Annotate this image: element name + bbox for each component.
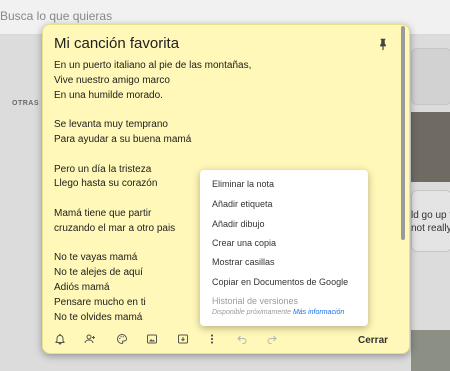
- palette-icon[interactable]: [115, 332, 129, 346]
- close-button[interactable]: Cerrar: [358, 335, 388, 346]
- search-input[interactable]: Busca lo que quieras: [0, 9, 112, 23]
- note-text-line: Vive nuestro amigo marco: [54, 74, 170, 86]
- version-history-note: Disponible próximamente Más información: [212, 309, 344, 316]
- note-text-line: En una humilde morado.: [54, 89, 163, 101]
- note-toolbar: Cerrar: [43, 328, 409, 354]
- note-text-line: Se levanta muy temprano: [54, 119, 168, 131]
- note-blank-line: [54, 148, 384, 163]
- menu-item-add-label[interactable]: Añadir etiqueta: [212, 199, 273, 209]
- background-note-image: [411, 330, 450, 371]
- menu-item-copy-to-docs[interactable]: Copiar en Documentos de Google: [212, 277, 348, 287]
- archive-icon[interactable]: [176, 332, 190, 346]
- person-add-icon[interactable]: [83, 332, 97, 346]
- undo-icon[interactable]: [235, 332, 249, 346]
- coming-soon-text: Disponible próximamente: [212, 309, 291, 316]
- menu-item-add-drawing[interactable]: Añadir dibujo: [212, 219, 265, 229]
- background-note-card[interactable]: [411, 190, 450, 252]
- image-icon[interactable]: [145, 332, 159, 346]
- note-title[interactable]: Mi canción favorita: [54, 35, 179, 52]
- menu-item-delete-note[interactable]: Eliminar la nota: [212, 179, 274, 189]
- menu-item-version-history: Historial de versiones: [212, 296, 299, 306]
- background-note-text: ld go up to: [411, 210, 450, 221]
- scrollbar[interactable]: [401, 26, 405, 240]
- background-note-text: not really: [411, 223, 450, 234]
- menu-item-show-checkboxes[interactable]: Mostrar casillas: [212, 257, 275, 267]
- more-options-menu: Eliminar la nota Añadir etiqueta Añadir …: [200, 170, 368, 326]
- note-blank-line: [54, 103, 384, 118]
- background-note-card[interactable]: [411, 48, 450, 105]
- bell-plus-icon[interactable]: [53, 332, 67, 346]
- note-text-line: Para ayudar a su buena mamá: [54, 133, 192, 145]
- section-label-otras: OTRAS: [12, 100, 39, 107]
- menu-item-make-copy[interactable]: Crear una copia: [212, 238, 276, 248]
- background-note-image: [411, 112, 450, 182]
- redo-icon[interactable]: [265, 332, 279, 346]
- more-vert-icon[interactable]: [205, 332, 219, 346]
- learn-more-link[interactable]: Más información: [293, 309, 344, 316]
- pin-icon[interactable]: [376, 37, 390, 51]
- note-text-line: En un puerto italiano al pie de las mont…: [54, 60, 252, 71]
